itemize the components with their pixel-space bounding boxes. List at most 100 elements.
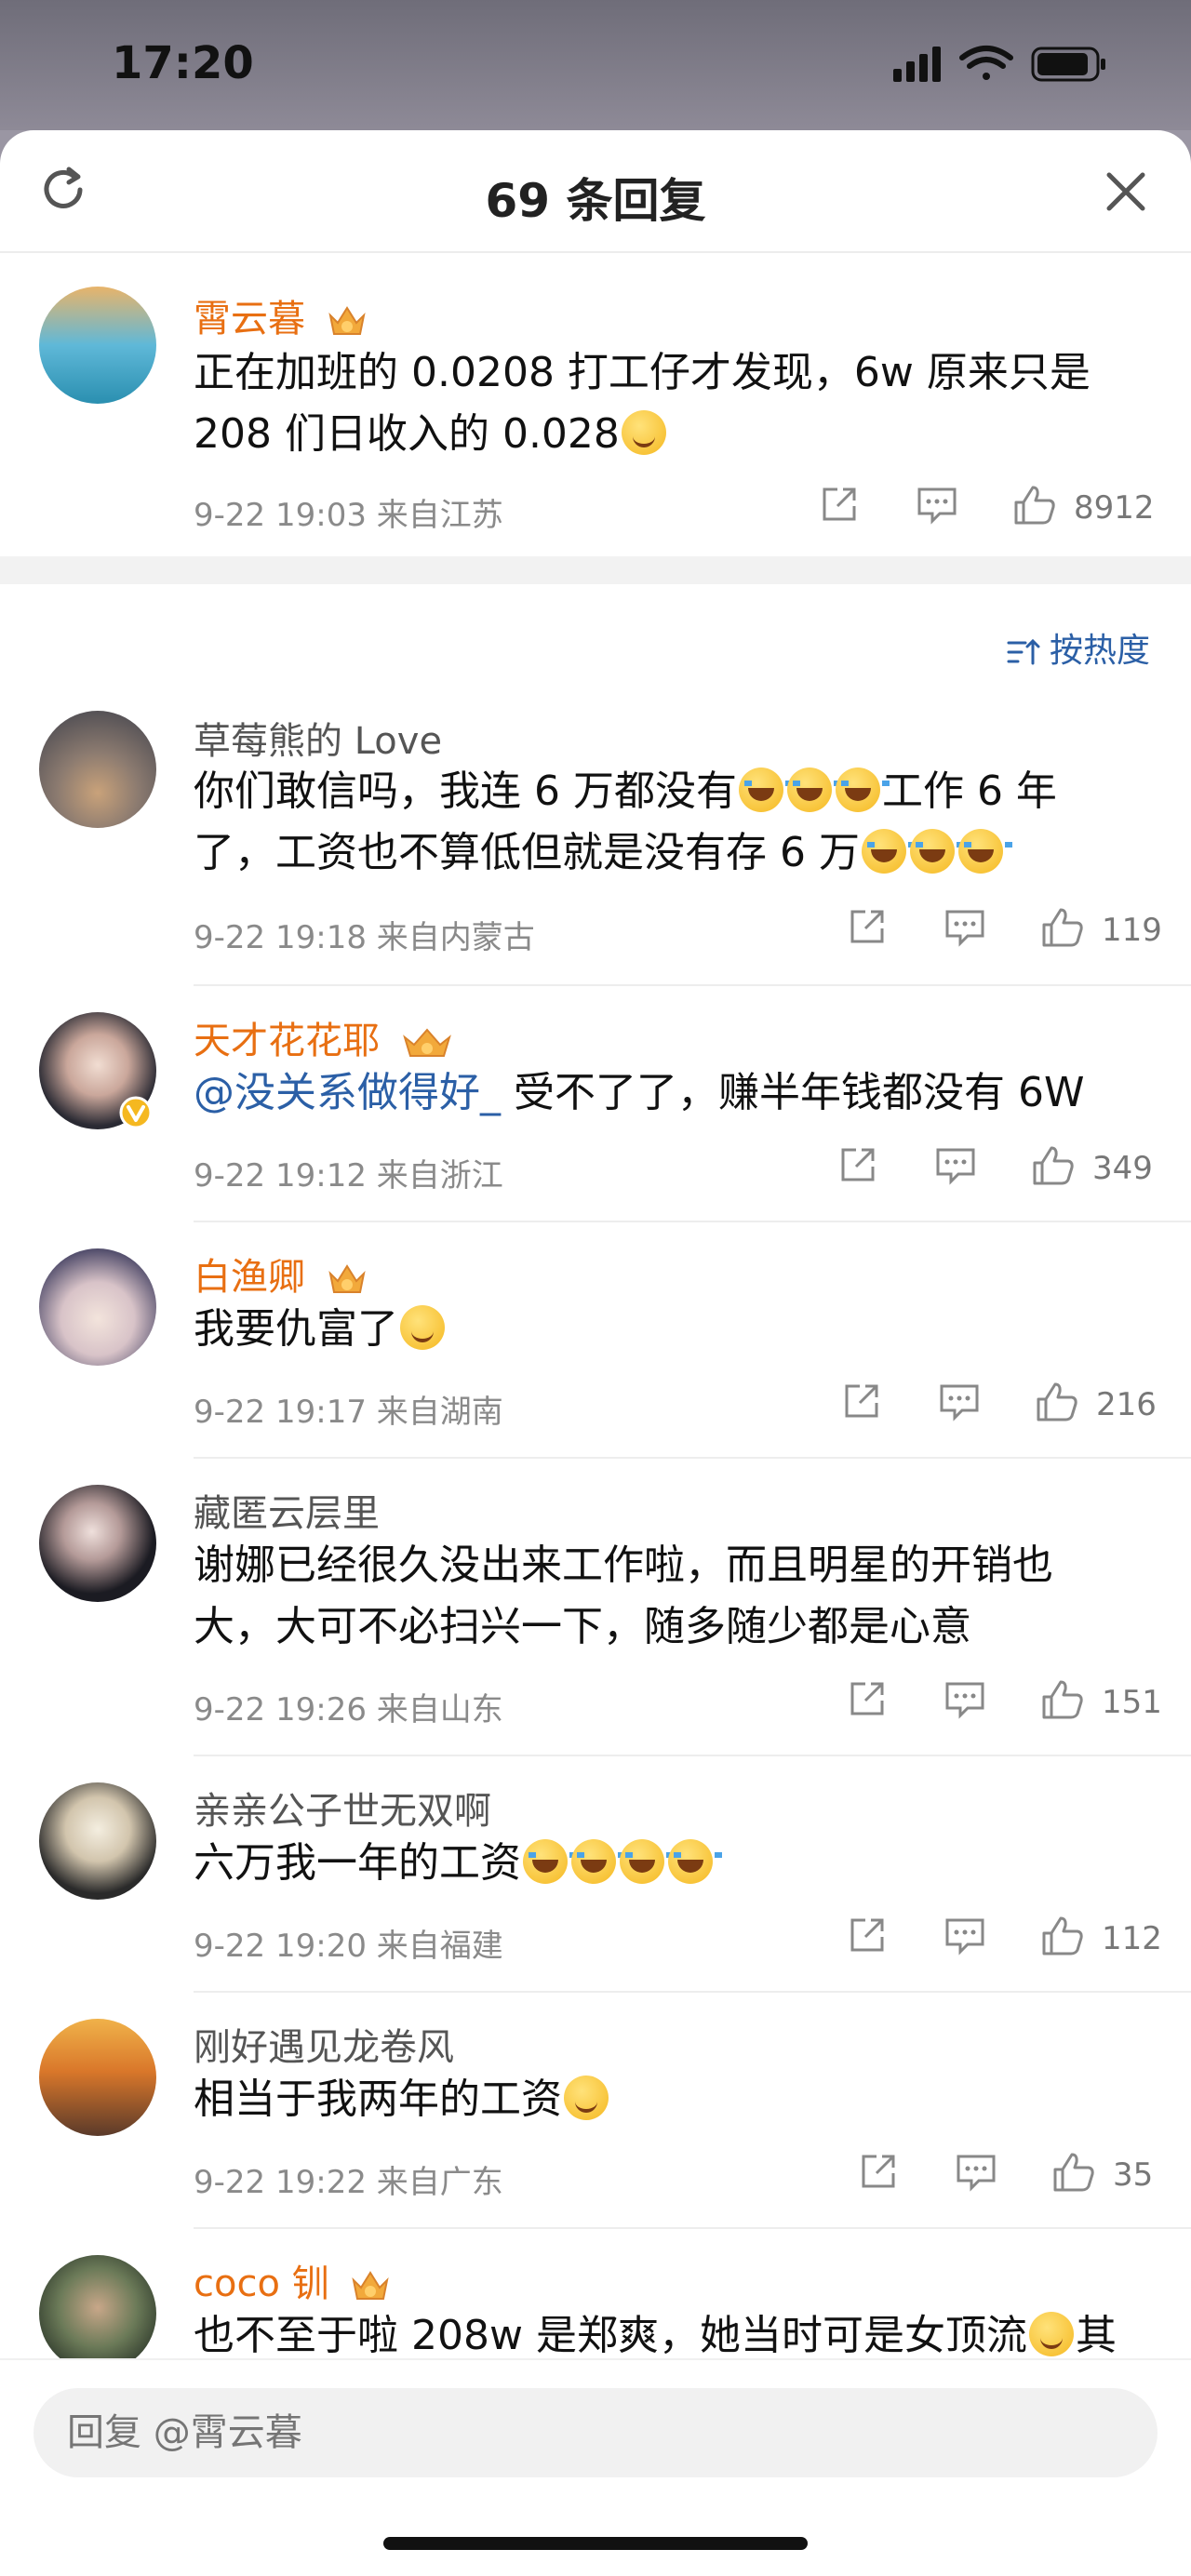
comment-icon[interactable] — [955, 2151, 997, 2192]
share-icon[interactable] — [819, 484, 860, 525]
comment-text: 你们敢信吗，我连 6 万都没有 工作 6 年 了，工资也不算低但就是没有存 6 万 — [194, 761, 1180, 884]
comment-text-line: 其 — [1075, 2312, 1117, 2359]
username[interactable]: coco 钏 — [194, 2253, 391, 2307]
cry-emoji-icon — [571, 1839, 625, 1884]
comment-icon[interactable] — [934, 1144, 977, 1185]
cry-emoji-icon — [668, 1839, 722, 1884]
comment-text-line: 谢娜已经很久没出来工作啦，而且明星的开销也 — [194, 1542, 1053, 1589]
comment-text-line: 正在加班的 0.0208 打工仔才发现，6w 原来只是 — [194, 349, 1091, 396]
wifi-icon — [959, 46, 1013, 80]
comment-text: 我要仇富了 — [194, 1299, 1180, 1360]
like-icon[interactable] — [1012, 484, 1057, 527]
status-time: 17:20 — [112, 37, 254, 89]
section-divider — [0, 556, 1191, 584]
avatar[interactable] — [39, 1248, 156, 1366]
comment-icon[interactable] — [943, 1678, 986, 1719]
share-icon[interactable] — [847, 906, 888, 947]
like-count: 35 — [1113, 2156, 1154, 2194]
like-count: 112 — [1102, 1920, 1162, 1957]
comment-actions: 349 — [837, 1144, 1172, 1196]
cry-emoji-icon — [909, 829, 964, 874]
like-icon[interactable] — [1040, 1678, 1085, 1721]
comment-meta: 9-22 19:17 来自湖南 — [194, 1394, 503, 1431]
comment-icon[interactable] — [916, 484, 958, 525]
close-icon[interactable] — [1102, 167, 1150, 216]
username-text[interactable]: 白渔卿 — [194, 1256, 305, 1299]
avatar[interactable] — [39, 1485, 156, 1602]
like-count: 151 — [1102, 1684, 1162, 1721]
username-text[interactable]: 霄云暮 — [194, 298, 305, 340]
sort-label[interactable]: 按热度 — [1050, 632, 1150, 670]
like-count: 119 — [1102, 912, 1162, 949]
comment-text: 六万我一年的工资 — [194, 1833, 1180, 1894]
comment-text-line: 我要仇富了 — [194, 1305, 398, 1353]
avatar[interactable] — [39, 1782, 156, 1900]
comment-text-line: 大，大可不必扫兴一下，随多随少都是心意 — [194, 1603, 971, 1650]
share-icon[interactable] — [837, 1144, 878, 1185]
sort-toggle[interactable]: 按热度 — [1005, 623, 1150, 672]
share-icon[interactable] — [858, 2151, 899, 2192]
vip-crown-icon — [328, 306, 366, 335]
battery-icon — [1031, 47, 1105, 82]
like-count: 349 — [1092, 1150, 1153, 1187]
cry-emoji-icon — [835, 767, 890, 812]
avatar[interactable] — [39, 287, 156, 404]
username-text[interactable]: 天才花花耶 — [194, 1020, 380, 1062]
status-icons — [893, 46, 1105, 82]
avatar[interactable] — [39, 2019, 156, 2136]
comment-meta: 9-22 19:20 来自福建 — [194, 1928, 503, 1965]
comment-text-line: 工作 6 年 — [881, 767, 1057, 815]
cry-emoji-icon — [738, 767, 793, 812]
like-count: 216 — [1096, 1386, 1157, 1423]
like-icon[interactable] — [1040, 1915, 1085, 1957]
share-icon[interactable] — [841, 1381, 882, 1421]
comment-meta: 9-22 19:03 来自江苏 — [194, 497, 503, 534]
main-comment: 霄云暮 正在加班的 0.0208 打工仔才发现，6w 原来只是 208 们日收入… — [0, 253, 1191, 560]
comment-actions: 35 — [858, 2151, 1191, 2203]
cry-emoji-icon — [786, 767, 841, 812]
username[interactable]: 亲亲公子世无双啊 — [194, 1781, 491, 1835]
comment-text-line: 208 们日收入的 0.028 — [194, 410, 620, 458]
comment-text-line: 受不了了，赚半年钱都没有 6W — [501, 1069, 1085, 1116]
like-icon[interactable] — [1040, 906, 1085, 949]
cry-emoji-icon — [523, 1839, 577, 1884]
comment-actions: 151 — [847, 1678, 1182, 1730]
cry-emoji-icon — [861, 829, 916, 874]
like-icon[interactable] — [1031, 1144, 1076, 1187]
username[interactable]: 刚好遇见龙卷风 — [194, 2017, 454, 2071]
comment-item: 白渔卿 我要仇富了 9-22 19:17 来自湖南 216 — [0, 1222, 1191, 1459]
comment-text: @没关系做得好_ 受不了了，赚半年钱都没有 6W — [194, 1062, 1180, 1124]
reply-input[interactable] — [33, 2388, 1158, 2477]
username[interactable]: 草莓熊的 Love — [194, 711, 442, 765]
like-icon[interactable] — [1035, 1381, 1079, 1423]
comment-text: 正在加班的 0.0208 打工仔才发现，6w 原来只是 208 们日收入的 0.… — [194, 342, 1180, 465]
page-title: 69 条回复 — [485, 174, 706, 228]
mention-link[interactable]: @没关系做得好_ — [194, 1069, 501, 1116]
comment-text-line: 了，工资也不算低但就是没有存 6 万 — [194, 829, 860, 876]
avatar[interactable] — [39, 711, 156, 828]
username[interactable]: 藏匿云层里 — [194, 1483, 380, 1537]
comment-item: 草莓熊的 Love 你们敢信吗，我连 6 万都没有 工作 6 年 了，工资也不算低… — [0, 688, 1191, 986]
comment-item: 刚好遇见龙卷风 相当于我两年的工资 9-22 19:22 来自广东 35 — [0, 1993, 1191, 2229]
username[interactable]: 霄云暮 — [194, 288, 368, 342]
username[interactable]: 白渔卿 — [194, 1247, 368, 1301]
comment-meta: 9-22 19:12 来自浙江 — [194, 1157, 503, 1195]
comment-actions: 112 — [847, 1915, 1182, 1967]
comment-icon[interactable] — [943, 1915, 986, 1955]
comment-meta: 9-22 19:18 来自内蒙古 — [194, 919, 535, 956]
vip-crown-icon — [402, 1028, 451, 1057]
comment-actions: 119 — [847, 906, 1182, 958]
like-icon[interactable] — [1051, 2151, 1096, 2194]
like-count: 8912 — [1074, 489, 1155, 527]
avatar[interactable] — [39, 2255, 156, 2372]
share-icon[interactable] — [847, 1915, 888, 1955]
username[interactable]: 天才花花耶 — [194, 1010, 453, 1064]
home-indicator — [383, 2537, 808, 2550]
share-icon[interactable] — [847, 1678, 888, 1719]
username-text[interactable]: coco 钏 — [194, 2262, 329, 2305]
comment-icon[interactable] — [938, 1381, 981, 1421]
sort-icon — [1007, 638, 1040, 665]
comment-text-line: 六万我一年的工资 — [194, 1839, 521, 1887]
comment-icon[interactable] — [943, 906, 986, 947]
comment-text: 相当于我两年的工资 — [194, 2069, 1180, 2130]
